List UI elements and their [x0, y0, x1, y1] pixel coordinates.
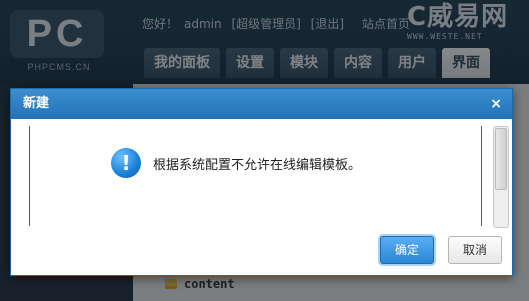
new-dialog: 新建 × ! 根据系统配置不允许在线编辑模板。 确定 取消: [10, 88, 513, 276]
close-icon[interactable]: ×: [490, 89, 502, 119]
cancel-button[interactable]: 取消: [448, 236, 502, 264]
info-icon: !: [111, 148, 141, 178]
body-right-border: [481, 126, 482, 226]
message-text: 根据系统配置不允许在线编辑模板。: [153, 157, 362, 173]
dialog-body: ! 根据系统配置不允许在线编辑模板。: [11, 120, 510, 234]
dialog-title-bar: 新建 ×: [11, 89, 512, 119]
scrollbar-thumb[interactable]: [495, 128, 507, 190]
message-row: ! 根据系统配置不允许在线编辑模板。: [111, 148, 361, 178]
confirm-button[interactable]: 确定: [380, 236, 434, 264]
dialog-footer: 确定 取消: [11, 234, 510, 274]
body-left-border: [29, 126, 30, 226]
vertical-scrollbar[interactable]: [493, 126, 509, 228]
dialog-title: 新建: [23, 96, 50, 111]
